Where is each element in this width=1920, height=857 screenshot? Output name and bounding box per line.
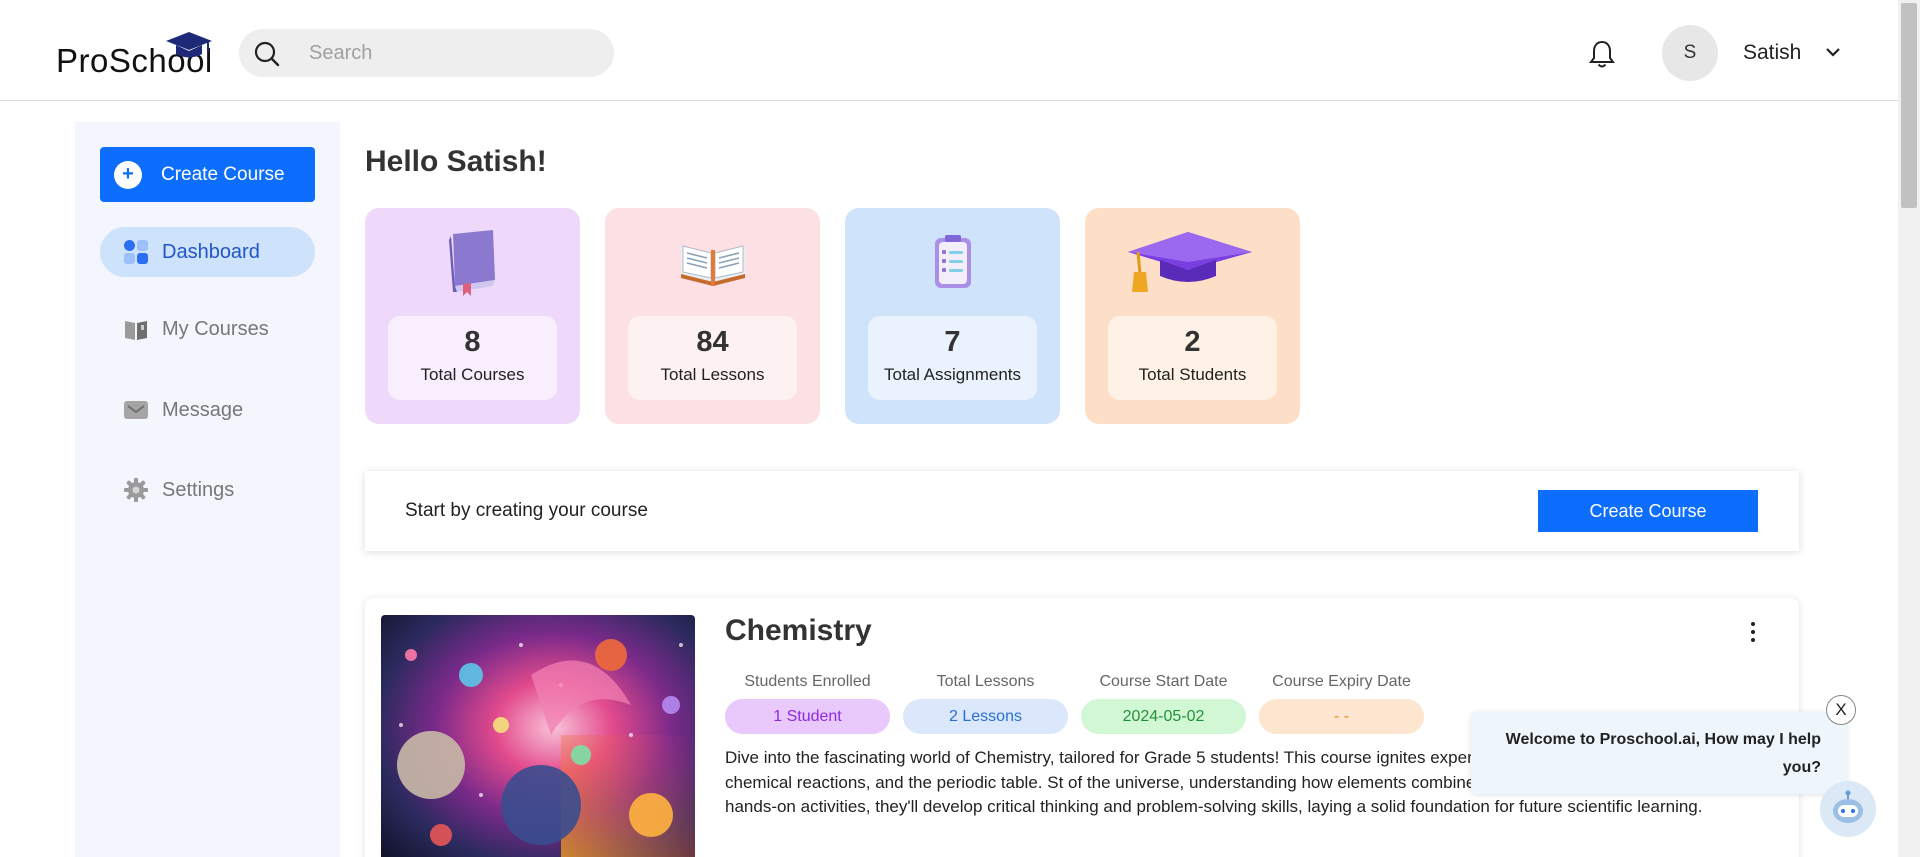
- chat-welcome-bubble: Welcome to Proschool.ai, How may I help …: [1471, 712, 1847, 794]
- stat-box: 8 Total Courses: [388, 316, 557, 400]
- meta-start-date: Course Start Date 2024-05-02: [1081, 673, 1246, 734]
- stat-value: 7: [944, 326, 961, 358]
- meta-students-enrolled: Students Enrolled 1 Student: [725, 673, 890, 734]
- stat-card-total-students[interactable]: 2 Total Students: [1085, 208, 1300, 424]
- book-icon: [122, 315, 150, 343]
- sidebar-create-course-button[interactable]: + Create Course: [100, 147, 315, 202]
- sidebar-item-settings[interactable]: Settings: [100, 465, 315, 515]
- sidebar-item-label: Settings: [162, 478, 235, 501]
- graduation-cap-icon: [166, 32, 212, 58]
- stat-box: 7 Total Assignments: [868, 316, 1037, 400]
- search-bar: [239, 29, 614, 77]
- start-date-badge: 2024-05-02: [1081, 699, 1246, 734]
- course-title[interactable]: Chemistry: [725, 614, 872, 648]
- meta-expiry-date: Course Expiry Date - -: [1259, 673, 1424, 734]
- scrollbar-thumb[interactable]: [1901, 3, 1917, 208]
- more-options-icon[interactable]: [1744, 620, 1762, 644]
- stat-label: Total Assignments: [883, 365, 1021, 384]
- sidebar-item-label: My Courses: [162, 317, 269, 340]
- search-input[interactable]: [309, 29, 599, 77]
- stat-card-total-assignments[interactable]: 7 Total Assignments: [845, 208, 1060, 424]
- lessons-badge: 2 Lessons: [903, 699, 1068, 734]
- meta-heading: Course Expiry Date: [1272, 673, 1411, 690]
- graduation-cap-icon: [1085, 226, 1300, 306]
- create-course-label: Create Course: [161, 163, 285, 185]
- sidebar: + Create Course Dashboard My Courses Mes…: [75, 122, 340, 857]
- meta-total-lessons: Total Lessons 2 Lessons: [903, 673, 1068, 734]
- chat-close-button[interactable]: X: [1826, 695, 1856, 725]
- bell-icon[interactable]: [1588, 39, 1616, 69]
- grid-icon: [122, 238, 150, 266]
- mail-icon: [122, 396, 150, 424]
- robot-icon: [1833, 790, 1863, 823]
- gear-icon: [122, 476, 150, 504]
- stat-value: 84: [696, 326, 729, 358]
- user-name[interactable]: Satish: [1743, 41, 1801, 65]
- stat-value: 2: [1184, 326, 1201, 358]
- stat-label: Total Students: [1138, 365, 1247, 384]
- page-scrollbar[interactable]: [1898, 0, 1920, 857]
- start-course-text: Start by creating your course: [405, 500, 648, 521]
- create-course-button[interactable]: Create Course: [1538, 490, 1758, 532]
- search-icon[interactable]: [253, 40, 281, 68]
- stat-label: Total Courses: [420, 365, 525, 384]
- sidebar-item-label: Dashboard: [162, 240, 260, 263]
- sidebar-item-my-courses[interactable]: My Courses: [100, 304, 315, 354]
- sidebar-item-message[interactable]: Message: [100, 385, 315, 435]
- stat-card-total-courses[interactable]: 8 Total Courses: [365, 208, 580, 424]
- stat-value: 8: [464, 326, 481, 358]
- book-icon: [365, 226, 580, 306]
- sidebar-item-label: Message: [162, 398, 244, 421]
- greeting-heading: Hello Satish!: [365, 145, 547, 178]
- user-avatar[interactable]: S: [1662, 25, 1718, 81]
- stat-card-total-lessons[interactable]: 84 Total Lessons: [605, 208, 820, 424]
- expiry-date-badge: - -: [1259, 699, 1424, 734]
- open-book-icon: [605, 226, 820, 306]
- stat-box: 84 Total Lessons: [628, 316, 797, 400]
- sidebar-item-dashboard[interactable]: Dashboard: [100, 227, 315, 277]
- chatbot-launcher[interactable]: [1820, 781, 1876, 837]
- meta-heading: Course Start Date: [1099, 673, 1228, 690]
- plus-icon: +: [114, 160, 142, 189]
- start-course-banner: Start by creating your course Create Cou…: [365, 471, 1799, 551]
- stat-label: Total Lessons: [660, 365, 765, 384]
- meta-heading: Students Enrolled: [744, 673, 871, 690]
- chevron-down-icon[interactable]: [1825, 46, 1841, 58]
- top-header: ProSchool S Satish: [0, 0, 1898, 101]
- meta-heading: Total Lessons: [936, 673, 1035, 690]
- students-badge: 1 Student: [725, 699, 890, 734]
- clipboard-icon: [845, 226, 1060, 306]
- course-thumbnail[interactable]: [381, 615, 695, 857]
- stat-box: 2 Total Students: [1108, 316, 1277, 400]
